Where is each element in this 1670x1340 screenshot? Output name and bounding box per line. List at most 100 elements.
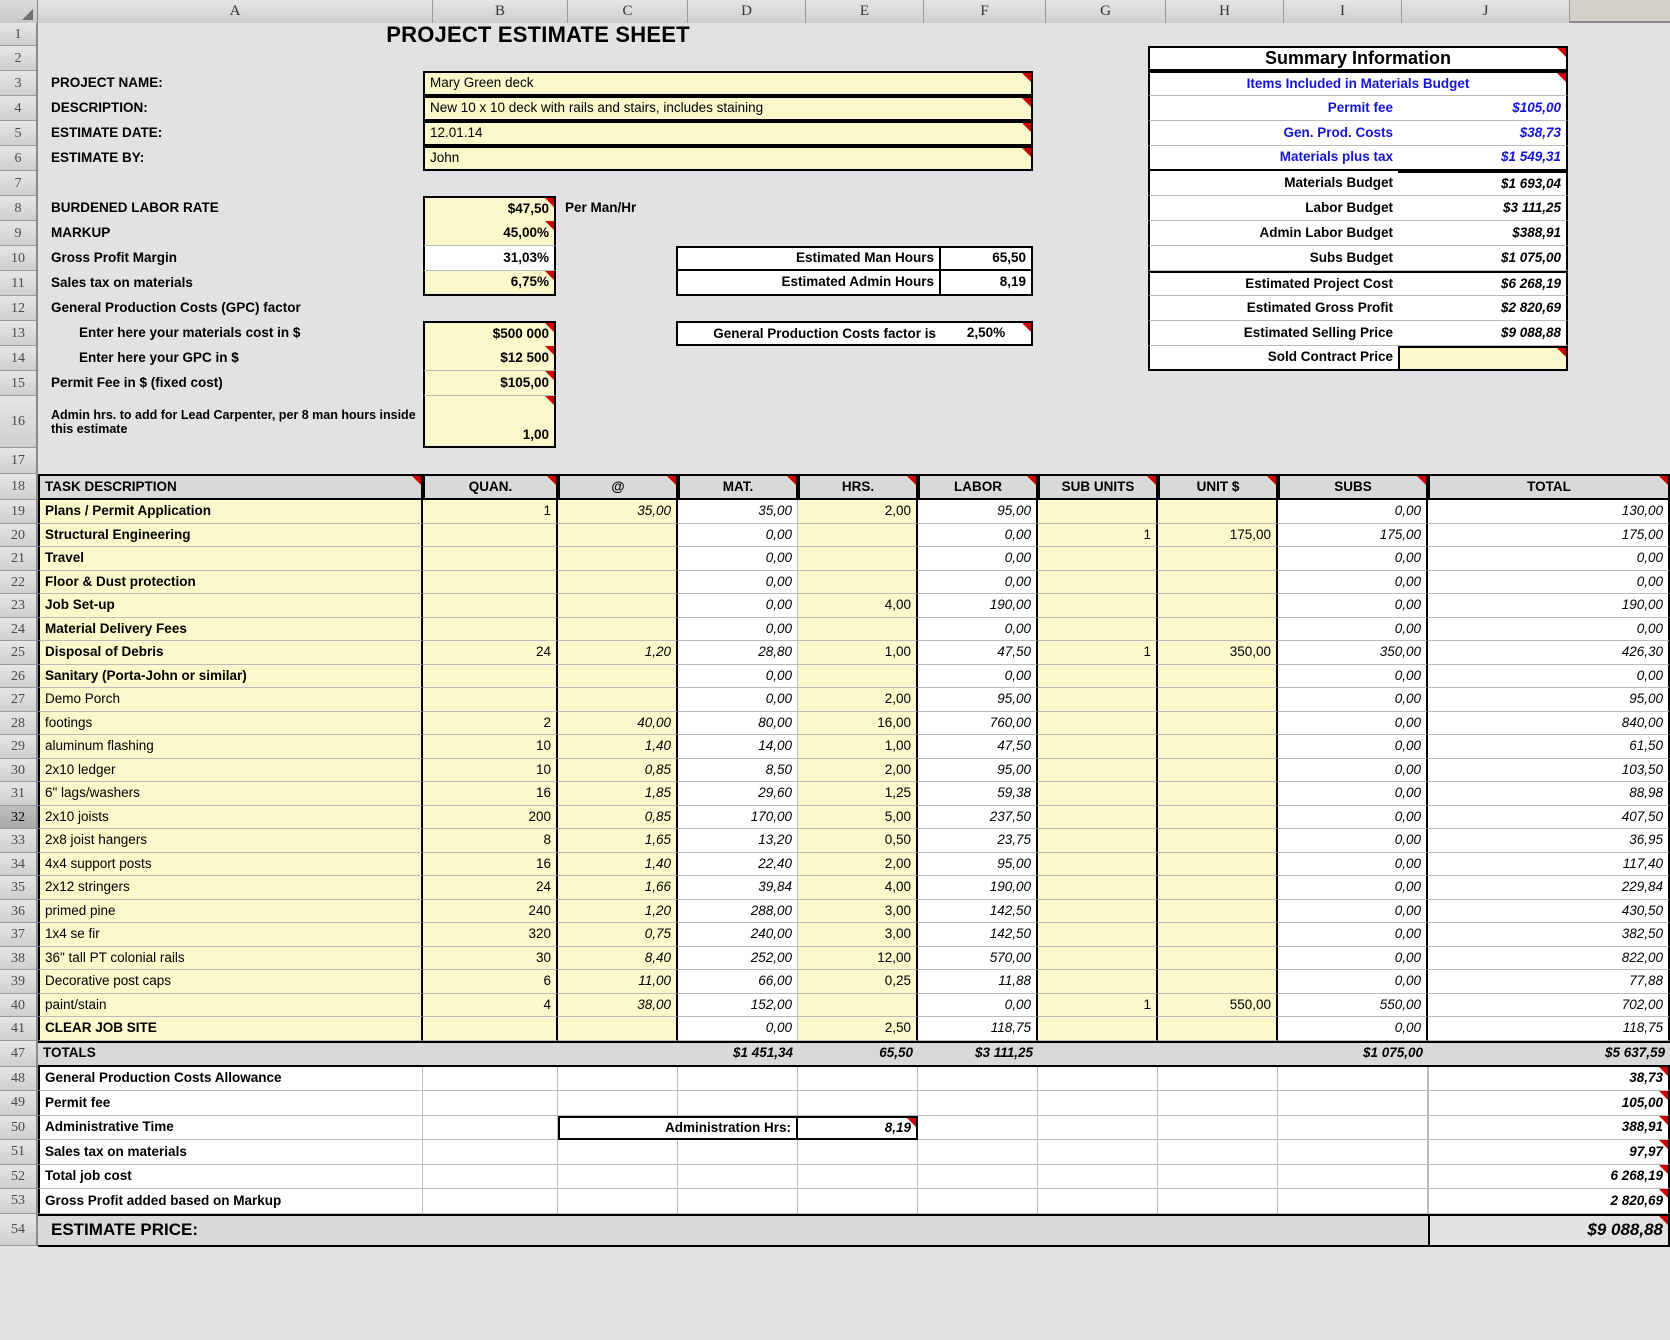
table-cell-subunits[interactable] [1038,665,1158,689]
table-cell-quan[interactable] [423,547,558,571]
table-cell-subunits[interactable] [1038,712,1158,736]
table-cell-subunits[interactable] [1038,923,1158,947]
table-cell-quan[interactable] [423,524,558,548]
table-cell-at[interactable]: 1,20 [558,641,678,665]
table-cell-hrs[interactable]: 0,50 [798,829,918,853]
row-header-13[interactable]: 13 [0,321,36,346]
table-cell-task[interactable]: footings [38,712,423,736]
table-cell-quan[interactable]: 24 [423,876,558,900]
row-header-24[interactable]: 24 [0,618,36,642]
table-cell-unit[interactable]: 550,00 [1158,994,1278,1018]
table-row[interactable]: 36" tall PT colonial rails308,40252,0012… [38,947,1670,971]
table-cell-quan[interactable] [423,688,558,712]
column-header-a[interactable]: A [38,0,433,23]
table-cell-unit[interactable] [1158,782,1278,806]
row-header-53[interactable]: 53 [0,1189,36,1214]
table-cell-subunits[interactable] [1038,806,1158,830]
row-header-14[interactable]: 14 [0,346,36,371]
table-cell-unit[interactable] [1158,970,1278,994]
table-cell-subunits[interactable] [1038,759,1158,783]
table-cell-task[interactable]: 2x10 joists [38,806,423,830]
field-input-project-name[interactable]: Mary Green deck [423,71,1033,96]
param-input-sales-tax[interactable]: 6,75% [423,271,556,296]
row-header-49[interactable]: 49 [0,1091,36,1116]
table-row[interactable]: CLEAR JOB SITE0,002,50118,750,00118,75 [38,1017,1670,1041]
table-cell-at[interactable] [558,524,678,548]
table-row[interactable]: paint/stain438,00152,000,001550,00550,00… [38,994,1670,1018]
row-number-gutter[interactable]: 1234567891011121314151617181920212223242… [0,23,38,1246]
column-header-i[interactable]: I [1284,0,1402,23]
table-cell-at[interactable]: 1,85 [558,782,678,806]
table-cell-quan[interactable]: 10 [423,735,558,759]
table-row[interactable]: Plans / Permit Application135,0035,002,0… [38,500,1670,524]
table-row[interactable]: 1x4 se fir3200,75240,003,00142,500,00382… [38,923,1670,947]
table-cell-hrs[interactable]: 3,00 [798,900,918,924]
table-cell-subunits[interactable]: 1 [1038,994,1158,1018]
table-row[interactable]: 2x10 joists2000,85170,005,00237,500,0040… [38,806,1670,830]
row-header-28[interactable]: 28 [0,712,36,736]
row-header-23[interactable]: 23 [0,594,36,618]
table-cell-task[interactable]: aluminum flashing [38,735,423,759]
table-cell-task[interactable]: 1x4 se fir [38,923,423,947]
table-cell-quan[interactable] [423,665,558,689]
table-cell-at[interactable]: 0,75 [558,923,678,947]
table-cell-quan[interactable]: 30 [423,947,558,971]
row-header-20[interactable]: 20 [0,524,36,548]
table-cell-quan[interactable]: 8 [423,829,558,853]
table-cell-subunits[interactable] [1038,829,1158,853]
table-cell-hrs[interactable]: 3,00 [798,923,918,947]
row-header-34[interactable]: 34 [0,853,36,877]
table-cell-task[interactable]: Floor & Dust protection [38,571,423,595]
row-header-26[interactable]: 26 [0,665,36,689]
row-header-12[interactable]: 12 [0,296,36,321]
row-header-25[interactable]: 25 [0,641,36,665]
table-cell-hrs[interactable]: 1,00 [798,641,918,665]
row-header-15[interactable]: 15 [0,371,36,396]
row-header-37[interactable]: 37 [0,923,36,947]
table-cell-at[interactable] [558,1017,678,1041]
table-cell-quan[interactable] [423,1017,558,1041]
table-cell-quan[interactable]: 200 [423,806,558,830]
table-cell-at[interactable]: 38,00 [558,994,678,1018]
table-cell-unit[interactable] [1158,547,1278,571]
table-cell-unit[interactable]: 350,00 [1158,641,1278,665]
table-cell-hrs[interactable]: 2,00 [798,688,918,712]
table-cell-task[interactable]: CLEAR JOB SITE [38,1017,423,1041]
table-cell-subunits[interactable] [1038,782,1158,806]
table-cell-task[interactable]: Travel [38,547,423,571]
param-input-gpc-dollars[interactable]: $12 500 [423,346,556,371]
param-input-materials-cost[interactable]: $500 000 [423,321,556,346]
row-header-31[interactable]: 31 [0,782,36,806]
table-cell-hrs[interactable] [798,524,918,548]
table-cell-task[interactable]: Disposal of Debris [38,641,423,665]
table-cell-task[interactable]: 36" tall PT colonial rails [38,947,423,971]
row-header-27[interactable]: 27 [0,688,36,712]
row-header-10[interactable]: 10 [0,246,36,271]
table-cell-task[interactable]: 2x8 joist hangers [38,829,423,853]
row-header-32[interactable]: 32 [0,806,36,830]
row-header-9[interactable]: 9 [0,221,36,246]
table-cell-hrs[interactable] [798,665,918,689]
column-header-b[interactable]: B [433,0,568,23]
table-cell-hrs[interactable]: 4,00 [798,594,918,618]
row-header-16[interactable]: 16 [0,396,36,448]
row-header-8[interactable]: 8 [0,196,36,221]
row-header-38[interactable]: 38 [0,947,36,971]
param-input-markup[interactable]: 45,00% [423,221,556,246]
table-cell-at[interactable]: 1,40 [558,735,678,759]
table-cell-at[interactable]: 1,65 [558,829,678,853]
row-header-51[interactable]: 51 [0,1140,36,1165]
table-cell-subunits[interactable] [1038,970,1158,994]
table-cell-unit[interactable] [1158,759,1278,783]
table-row[interactable]: Job Set-up0,004,00190,000,00190,00 [38,594,1670,618]
table-cell-unit[interactable] [1158,594,1278,618]
param-input-burdened-labor-rate[interactable]: $47,50 [423,196,556,221]
table-row[interactable]: 2x8 joist hangers81,6513,200,5023,750,00… [38,829,1670,853]
table-row[interactable]: 6" lags/washers161,8529,601,2559,380,008… [38,782,1670,806]
table-cell-quan[interactable]: 320 [423,923,558,947]
table-cell-subunits[interactable] [1038,876,1158,900]
table-cell-quan[interactable]: 1 [423,500,558,524]
table-row[interactable]: footings240,0080,0016,00760,000,00840,00 [38,712,1670,736]
table-cell-subunits[interactable] [1038,947,1158,971]
table-cell-hrs[interactable]: 16,00 [798,712,918,736]
